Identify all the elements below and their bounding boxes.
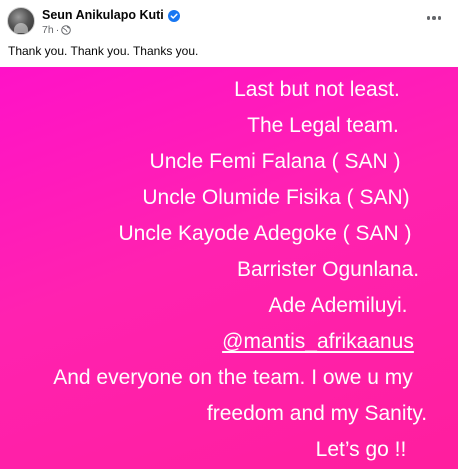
story-mention-link[interactable]: @mantis_afrikaanus xyxy=(222,329,414,355)
story-line: Barrister Ogunlana. xyxy=(236,258,420,281)
story-line: And everyone on the team. I owe u my xyxy=(53,366,413,389)
story-line: Uncle Femi Falana ( SAN ) xyxy=(149,150,401,173)
meta-separator: · xyxy=(55,24,60,36)
story-line: Uncle Olumide Fisika ( SAN) xyxy=(142,186,410,209)
more-options-button[interactable] xyxy=(424,10,444,26)
facebook-post: Seun Anikulapo Kuti 7h · Thank you. Than… xyxy=(0,0,458,469)
post-meta: 7h · xyxy=(42,24,71,36)
verified-badge-icon xyxy=(167,9,180,22)
post-caption: Thank you. Thank you. Thanks you. xyxy=(8,44,199,58)
post-timestamp[interactable]: 7h xyxy=(42,24,54,36)
story-line: Let’s go !! xyxy=(315,438,407,461)
author-row: Seun Anikulapo Kuti xyxy=(42,8,180,22)
story-image[interactable]: Last but not least. The Legal team. Uncl… xyxy=(0,67,458,469)
author-avatar[interactable] xyxy=(7,7,35,35)
story-line: Ade Ademiluyi. xyxy=(268,294,408,317)
post-header: Seun Anikulapo Kuti 7h · xyxy=(0,0,458,40)
more-options-icon xyxy=(426,16,431,20)
story-line: freedom and my Sanity. xyxy=(206,402,428,425)
author-name[interactable]: Seun Anikulapo Kuti xyxy=(42,8,164,22)
story-line: The Legal team. xyxy=(247,114,399,137)
globe-icon[interactable] xyxy=(61,25,71,35)
story-line: Uncle Kayode Adegoke ( SAN ) xyxy=(118,222,412,245)
story-line: Last but not least. xyxy=(234,78,400,101)
